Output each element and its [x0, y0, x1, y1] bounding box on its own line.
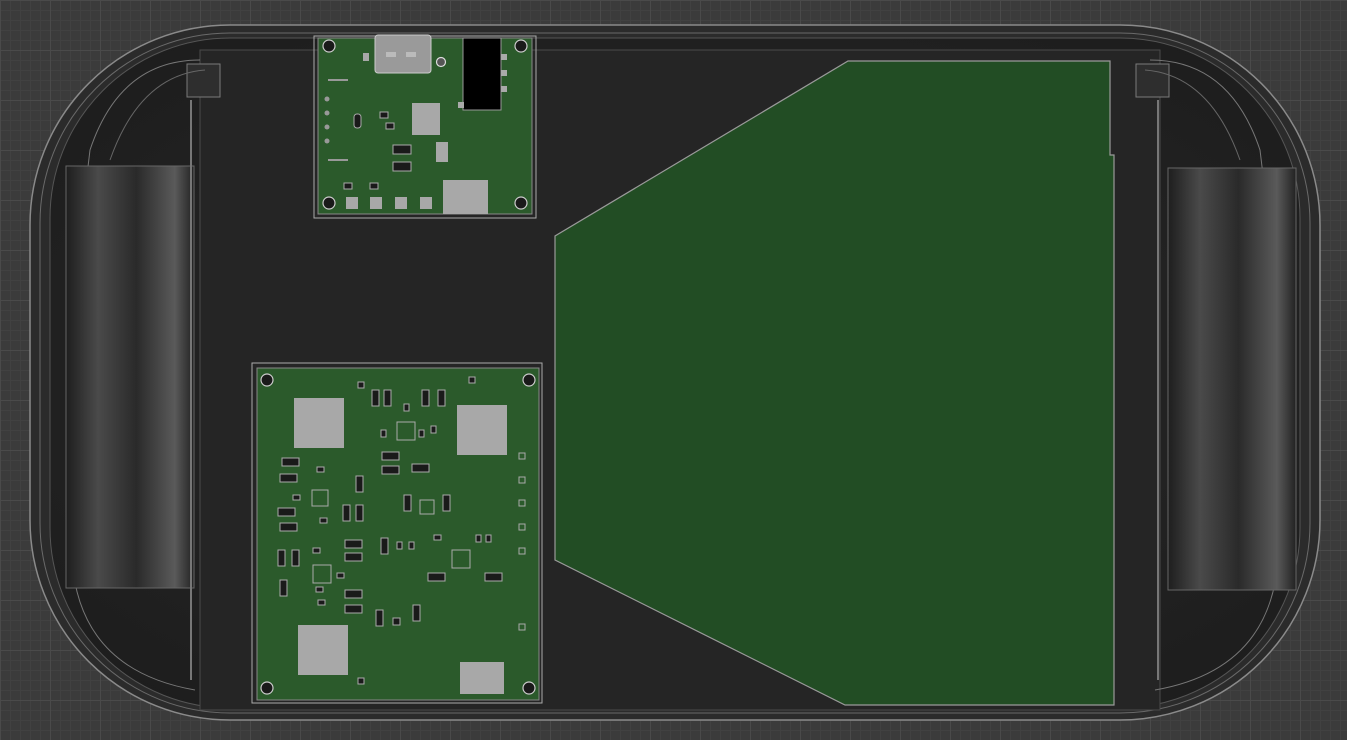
cad-viewport[interactable]	[0, 0, 1347, 740]
main-controller-board	[251, 362, 543, 704]
usb-c-power-board	[313, 34, 537, 219]
usb-c-port	[374, 34, 432, 74]
enclosure-render	[29, 24, 1321, 721]
switch-connector	[462, 37, 502, 111]
